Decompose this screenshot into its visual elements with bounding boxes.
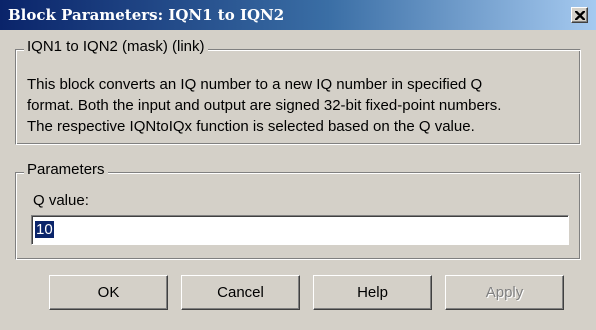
parameters-group-legend: Parameters [24,161,108,178]
close-button[interactable] [571,7,588,23]
block-description: This block converts an IQ number to a ne… [27,74,577,137]
title-bar[interactable]: Block Parameters: IQN1 to IQN2 [0,0,596,31]
cancel-button[interactable]: Cancel [181,275,300,310]
q-value-label: Q value: [33,192,89,209]
apply-button[interactable]: Apply [445,275,564,310]
description-line: format. Both the input and output are si… [27,97,502,114]
q-value-text: 10 [35,221,54,238]
ok-button[interactable]: OK [49,275,168,310]
help-button[interactable]: Help [313,275,432,310]
block-parameters-dialog: Block Parameters: IQN1 to IQN2 IQN1 to I… [0,0,596,330]
close-icon [575,11,585,20]
window-title: Block Parameters: IQN1 to IQN2 [8,6,285,24]
description-line: The respective IQNtoIQx function is sele… [27,118,475,135]
mask-group-legend: IQN1 to IQN2 (mask) (link) [24,38,208,55]
q-value-input[interactable]: 10 [31,215,569,245]
description-line: This block converts an IQ number to a ne… [27,76,483,93]
